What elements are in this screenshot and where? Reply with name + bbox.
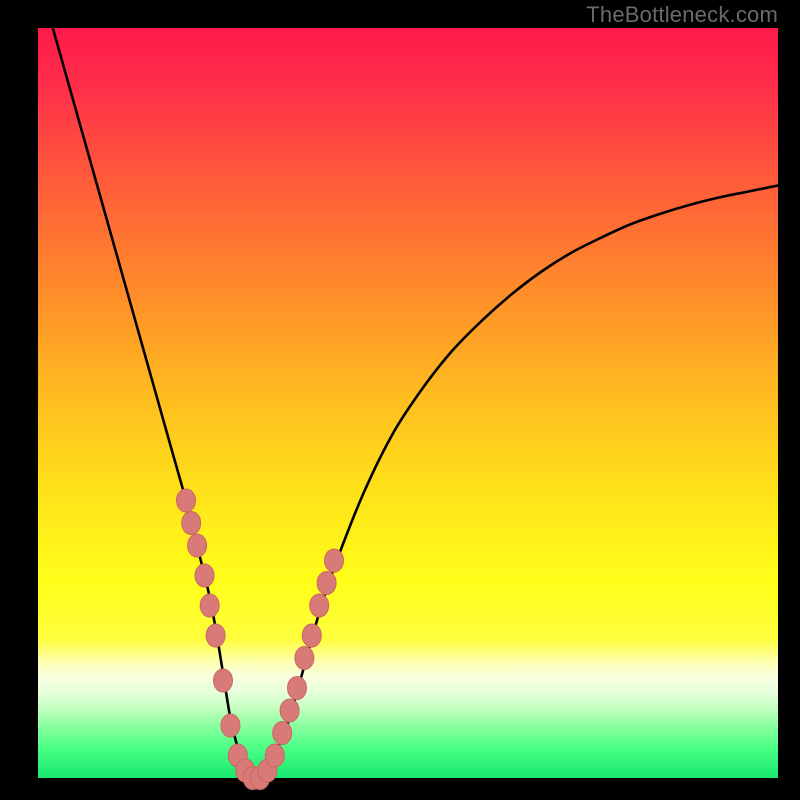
data-marker: [280, 699, 299, 722]
chart-stage: TheBottleneck.com: [0, 0, 800, 800]
data-marker: [295, 647, 314, 670]
bottleneck-curve: [53, 28, 778, 779]
data-marker: [221, 714, 240, 737]
data-marker: [214, 669, 233, 692]
data-marker: [310, 594, 329, 617]
data-marker: [302, 624, 321, 647]
data-marker: [273, 722, 292, 745]
data-marker: [317, 572, 336, 595]
data-marker: [288, 677, 307, 700]
data-marker: [182, 512, 201, 535]
data-marker: [177, 489, 196, 512]
curve-layer: [0, 0, 800, 800]
data-marker: [325, 549, 344, 572]
data-marker: [195, 564, 214, 587]
data-marker: [206, 624, 225, 647]
data-marker: [188, 534, 207, 557]
data-marker: [265, 744, 284, 767]
data-markers-group: [177, 489, 344, 790]
data-marker: [200, 594, 219, 617]
